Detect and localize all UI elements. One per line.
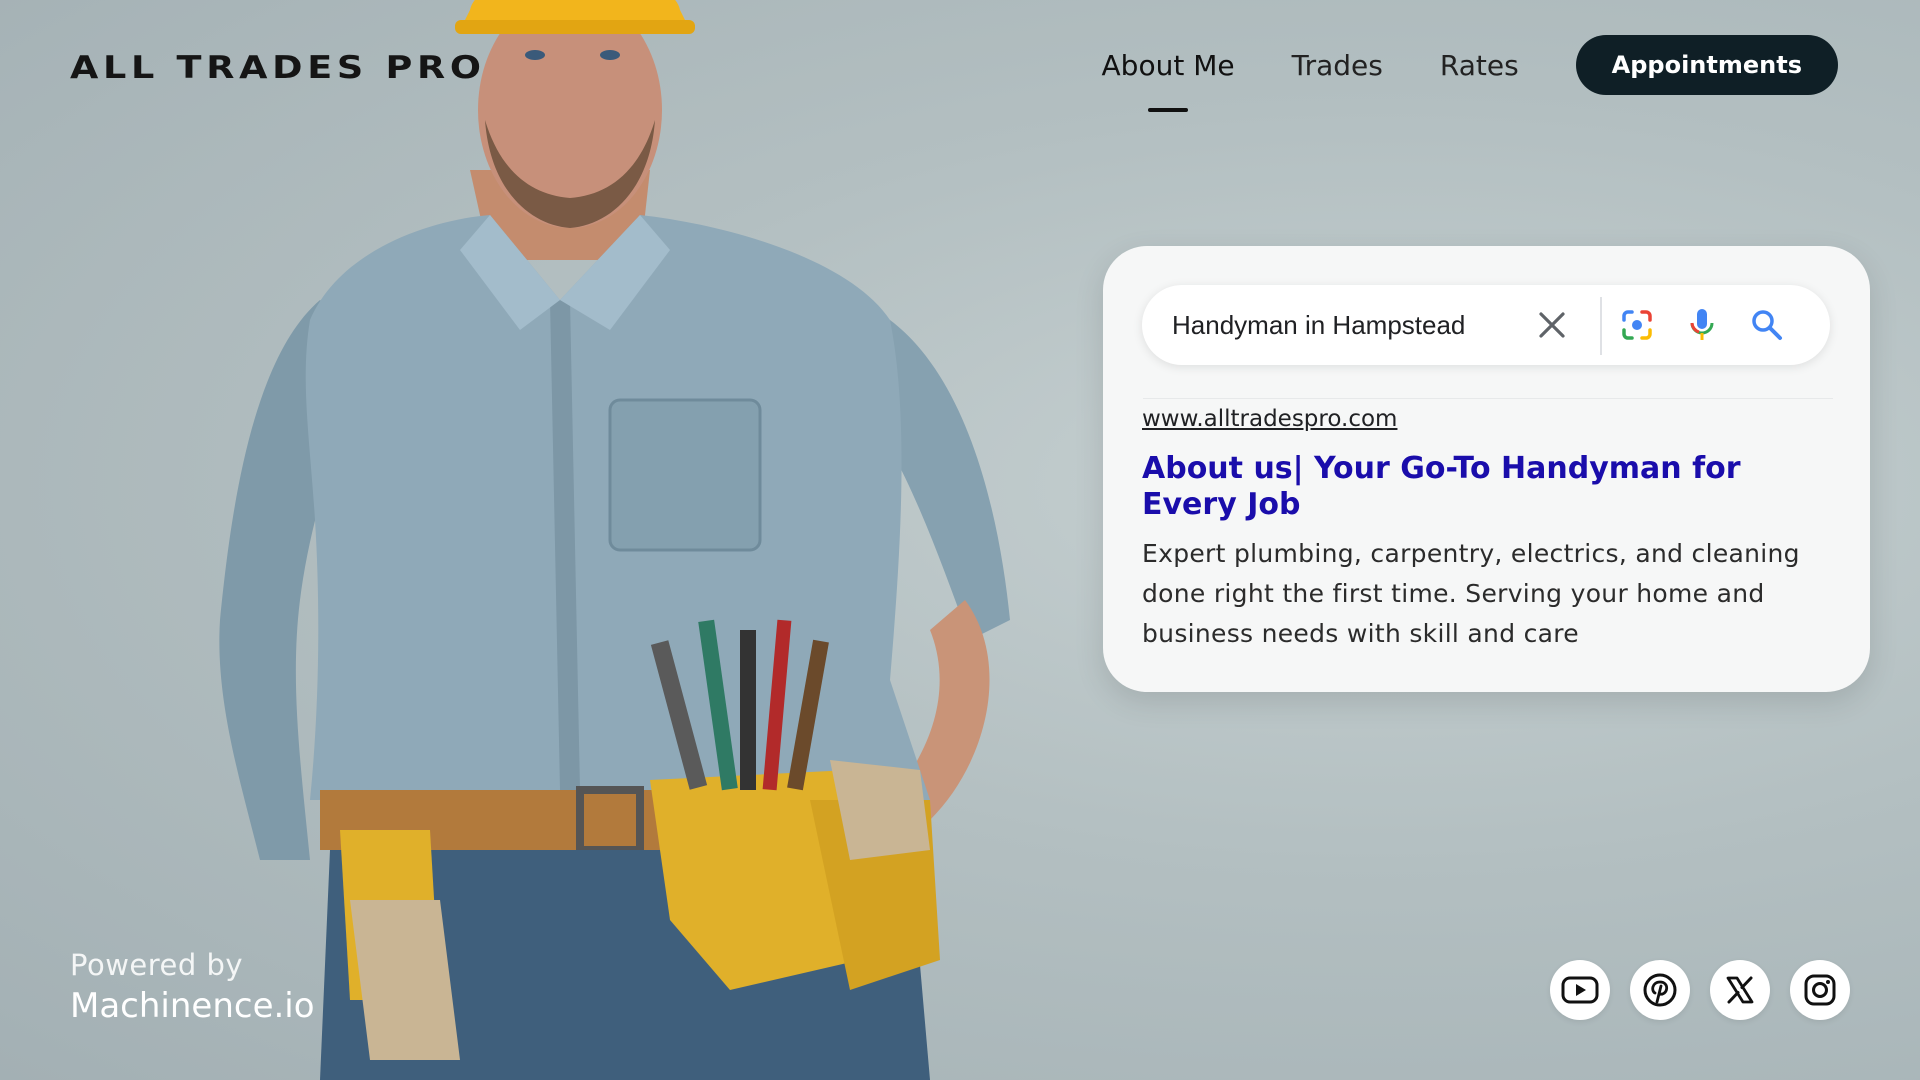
search-divider xyxy=(1600,297,1602,355)
powered-by-label: Powered by xyxy=(70,948,244,982)
search-icon[interactable] xyxy=(1747,305,1787,345)
powered-by: Powered by Machinence.io xyxy=(70,948,315,1026)
result-snippet: Expert plumbing, carpentry, electrics, a… xyxy=(1142,539,1800,648)
x-icon[interactable] xyxy=(1710,960,1770,1020)
close-icon[interactable] xyxy=(1532,305,1572,345)
search-input[interactable] xyxy=(1172,305,1532,345)
instagram-icon[interactable] xyxy=(1790,960,1850,1020)
search-bar xyxy=(1142,285,1830,365)
appointments-button[interactable]: Appointments xyxy=(1575,35,1838,95)
result-url-link[interactable]: www.alltradespro.com xyxy=(1142,406,1397,432)
powered-by-brand[interactable]: Machinence.io xyxy=(70,986,315,1026)
youtube-icon[interactable] xyxy=(1550,960,1610,1020)
lens-icon[interactable] xyxy=(1617,305,1657,345)
social-links xyxy=(1530,960,1850,1020)
search-result-card: www.alltradespro.com About us| Your Go-T… xyxy=(1103,246,1870,692)
site-logo[interactable]: ALL TRADES PRO xyxy=(70,50,486,86)
main-nav: About Me Trades Rates Appointments xyxy=(1102,35,1838,95)
handyman-photo xyxy=(219,0,1010,1080)
nav-about-me[interactable]: About Me xyxy=(1102,49,1235,82)
nav-trades[interactable]: Trades xyxy=(1292,49,1383,82)
nav-rates[interactable]: Rates xyxy=(1440,49,1519,82)
pinterest-icon[interactable] xyxy=(1630,960,1690,1020)
microphone-icon[interactable] xyxy=(1682,305,1722,345)
result-separator xyxy=(1143,398,1833,399)
result-title-link[interactable]: About us| Your Go-To Handyman for Every … xyxy=(1142,451,1842,523)
